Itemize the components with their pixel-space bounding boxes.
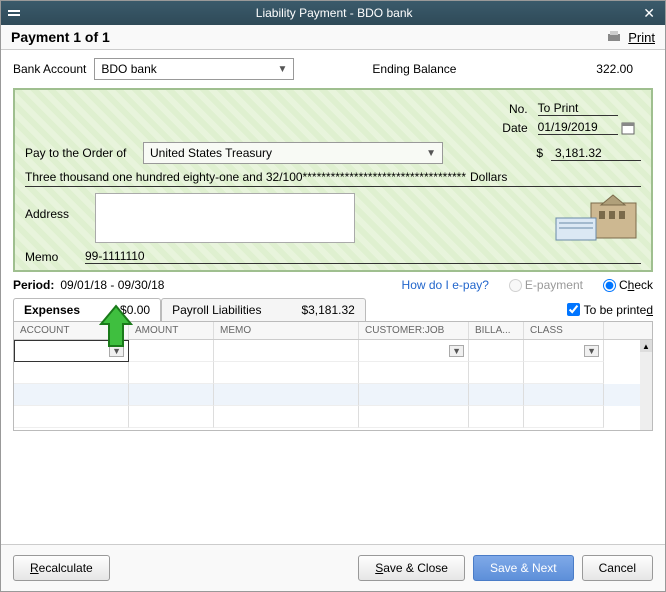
epay-help-link[interactable]: How do I e-pay? (402, 278, 489, 292)
tabs-row: Expenses $0.00 Payroll Liabilities $3,18… (1, 298, 665, 321)
cancel-button[interactable]: Cancel (582, 555, 653, 581)
cell-customer[interactable]: ▼ (359, 340, 469, 362)
window-title: Liability Payment - BDO bank (29, 6, 639, 20)
cell-memo[interactable] (214, 340, 359, 362)
save-next-button[interactable]: Save & Next (473, 555, 574, 581)
pay-to-order-label: Pay to the Order of (25, 146, 135, 160)
grid-header: ACCOUNT AMOUNT MEMO CUSTOMER:JOB BILLA..… (14, 322, 652, 340)
vertical-scrollbar[interactable]: ▲ (640, 340, 652, 430)
chevron-down-icon: ▼ (426, 148, 436, 159)
print-label: Print (628, 30, 655, 45)
bank-account-row: Bank Account BDO bank ▼ Ending Balance 3… (1, 50, 665, 88)
tab-payroll-amount: $3,181.32 (301, 303, 354, 317)
expenses-grid: ACCOUNT AMOUNT MEMO CUSTOMER:JOB BILLA..… (13, 321, 653, 431)
printer-icon (606, 30, 622, 44)
grid-row[interactable]: ▼ ▼ ▼ (14, 340, 652, 362)
check-preview: No. To Print Date 01/19/2019 Pay to the … (13, 88, 653, 272)
cell-billable[interactable] (469, 340, 524, 362)
tab-expenses-amount: $0.00 (120, 303, 150, 317)
memo-input[interactable]: 99-1111110 (85, 249, 641, 264)
liability-payment-window: Liability Payment - BDO bank ✕ Payment 1… (0, 0, 666, 592)
check-no-value[interactable]: To Print (538, 101, 618, 116)
grid-body: ▼ ▼ ▼ ▲ (14, 340, 652, 430)
chevron-down-icon[interactable]: ▼ (584, 345, 599, 357)
ending-balance-label: Ending Balance (372, 62, 456, 76)
close-icon[interactable]: ✕ (639, 5, 659, 22)
col-customer[interactable]: CUSTOMER:JOB (359, 322, 469, 339)
col-amount[interactable]: AMOUNT (129, 322, 214, 339)
check-date-value[interactable]: 01/19/2019 (538, 120, 618, 135)
save-close-button[interactable]: Save & Close (358, 555, 465, 581)
payee-select[interactable]: United States Treasury ▼ (143, 142, 443, 164)
scroll-up-icon[interactable]: ▲ (640, 340, 652, 352)
tab-payroll-liabilities[interactable]: Payroll Liabilities $3,181.32 (161, 298, 366, 321)
check-radio[interactable]: Check (603, 278, 653, 292)
check-date-label: Date (498, 119, 531, 136)
col-billable[interactable]: BILLA... (469, 322, 524, 339)
cell-amount[interactable] (129, 340, 214, 362)
to-be-printed-checkbox[interactable]: To be printed (567, 303, 653, 317)
bank-account-select[interactable]: BDO bank ▼ (94, 58, 294, 80)
epayment-radio: E-payment (509, 278, 583, 292)
currency-symbol: $ (536, 146, 543, 160)
chevron-down-icon[interactable]: ▼ (109, 345, 124, 357)
payment-counter: Payment 1 of 1 (11, 29, 110, 45)
memo-label: Memo (25, 250, 75, 264)
check-amount-input[interactable]: 3,181.32 (551, 146, 641, 161)
dollars-label: Dollars (470, 170, 507, 184)
calendar-icon[interactable] (621, 121, 635, 135)
amount-in-words: Three thousand one hundred eighty-one an… (25, 170, 466, 184)
ending-balance-value: 322.00 (596, 62, 633, 76)
titlebar: Liability Payment - BDO bank ✕ (1, 1, 665, 25)
tab-expenses-label: Expenses (24, 303, 80, 317)
bank-account-label: Bank Account (13, 62, 86, 76)
col-account[interactable]: ACCOUNT (14, 322, 129, 339)
address-label: Address (25, 193, 85, 221)
grid-row[interactable] (14, 362, 652, 384)
header-bar: Payment 1 of 1 Print (1, 25, 665, 50)
col-memo[interactable]: MEMO (214, 322, 359, 339)
window-menu-icon[interactable] (7, 6, 21, 20)
payee-value: United States Treasury (150, 146, 272, 160)
grid-row[interactable] (14, 384, 652, 406)
building-check-icon (551, 193, 641, 243)
cell-account[interactable]: ▼ (14, 340, 129, 362)
col-class[interactable]: CLASS (524, 322, 604, 339)
cell-class[interactable]: ▼ (524, 340, 604, 362)
period-row: Period: 09/01/18 - 09/30/18 How do I e-p… (1, 272, 665, 298)
footer: Recalculate Save & Close Save & Next Can… (1, 544, 665, 591)
bank-account-value: BDO bank (101, 62, 156, 76)
chevron-down-icon: ▼ (277, 64, 287, 75)
check-no-label: No. (498, 100, 531, 117)
recalculate-button[interactable]: Recalculate (13, 555, 110, 581)
tab-expenses[interactable]: Expenses $0.00 (13, 298, 161, 321)
grid-row[interactable] (14, 406, 652, 428)
chevron-down-icon[interactable]: ▼ (449, 345, 464, 357)
period-value: 09/01/18 - 09/30/18 (60, 278, 164, 292)
print-button[interactable]: Print (606, 30, 655, 45)
tab-payroll-label: Payroll Liabilities (172, 303, 261, 317)
period-label: Period: (13, 278, 54, 292)
address-textarea[interactable] (95, 193, 355, 243)
